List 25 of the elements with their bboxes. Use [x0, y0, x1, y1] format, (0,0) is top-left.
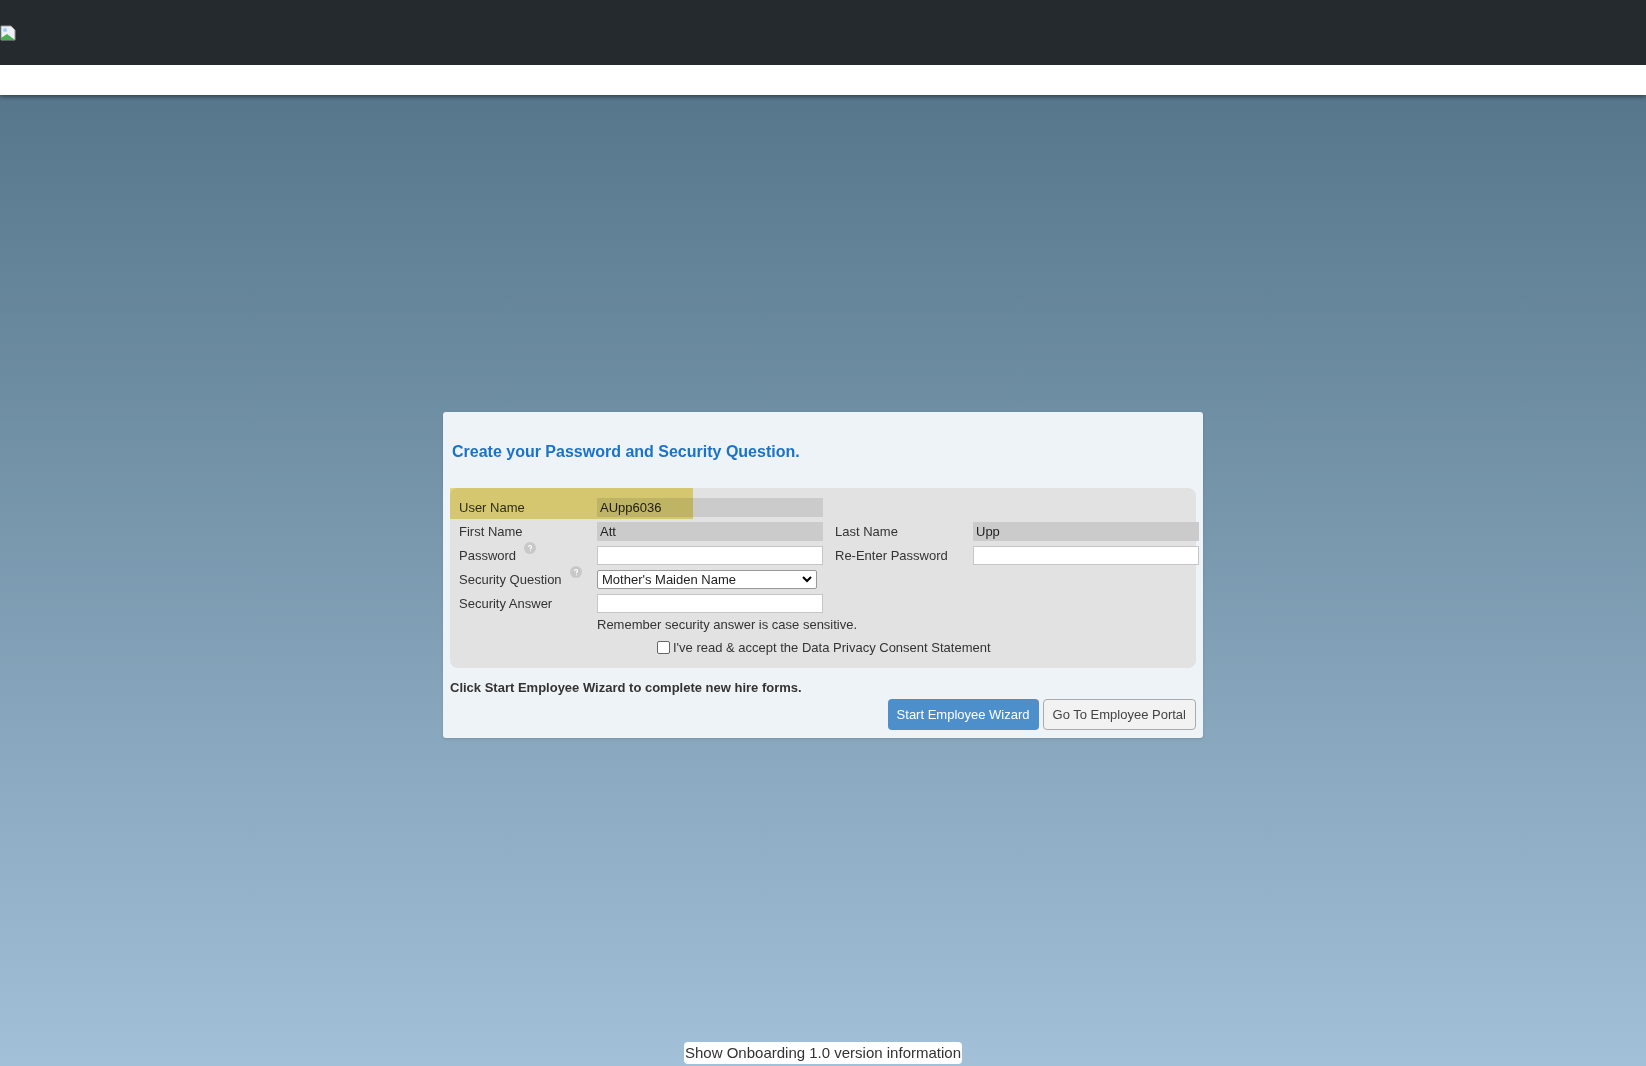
dialog-title: Create your Password and Security Question.: [451, 442, 801, 462]
checkbox[interactable]: [657, 641, 670, 655]
instruction-text: Click Start Employee Wizard to complete new hire forms.: [450, 678, 803, 697]
chevron-down-icon: [802, 576, 812, 583]
field-label: Re-Enter Password: [835, 547, 948, 565]
broken-image-icon: [0, 24, 16, 41]
version-info-link[interactable]: Show Onboarding 1.0 version information: [684, 1041, 962, 1064]
hint-text: Remember security answer is case sensitive.: [597, 617, 858, 633]
field-label: First Name: [459, 523, 523, 541]
help-icon[interactable]: [569, 566, 582, 578]
help-icon[interactable]: [524, 542, 537, 554]
field-label: Last Name: [835, 523, 898, 541]
input-field[interactable]: [973, 546, 1199, 565]
dropdown-field[interactable]: Mother's Maiden Name: [597, 570, 817, 589]
read-only-field: AUpp6036: [597, 498, 823, 517]
field-label: Security Question: [459, 571, 562, 589]
consent-label: I've read & accept the Data Privacy Consent Statement: [673, 639, 991, 657]
field-label: Password: [459, 547, 517, 565]
secondary-button[interactable]: Go To Employee Portal: [1042, 699, 1196, 730]
field-label: User Name: [459, 499, 525, 517]
read-only-field: Att: [597, 522, 823, 541]
input-field[interactable]: [597, 594, 823, 613]
input-field[interactable]: [597, 546, 823, 565]
read-only-field: Upp: [973, 522, 1199, 541]
field-label: Security Answer: [459, 595, 553, 613]
